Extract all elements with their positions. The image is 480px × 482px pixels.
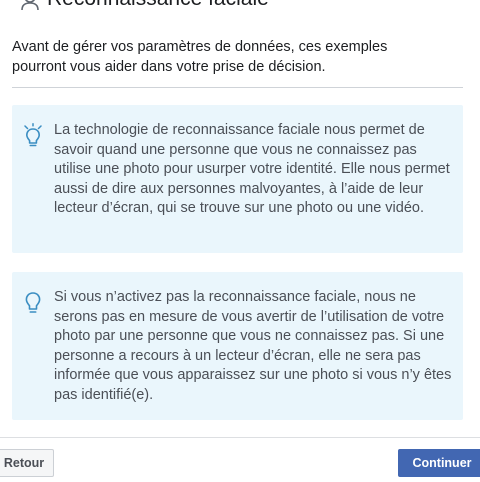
- intro-text: Avant de gérer vos paramètres de données…: [12, 39, 388, 75]
- footer-divider: [0, 437, 480, 438]
- facial-recognition-dialog: Reconnaissance faciale Avant de gérer vo…: [0, 0, 480, 482]
- lightbulb-glowing-icon: [22, 123, 44, 149]
- info-card: Si vous n’activez pas la reconnaissance …: [12, 272, 463, 420]
- lightbulb-icon: [22, 290, 44, 316]
- divider: [12, 87, 463, 88]
- back-button[interactable]: Retour: [0, 449, 54, 477]
- card-text: La technologie de reconnaissance faciale…: [54, 122, 450, 216]
- info-card: La technologie de reconnaissance faciale…: [12, 105, 463, 253]
- face-recognition-icon: [19, 0, 41, 12]
- dialog-title: Reconnaissance faciale: [47, 0, 269, 11]
- card-text: Si vous n’activez pas la reconnaissance …: [54, 289, 452, 403]
- continue-button[interactable]: Continuer: [398, 449, 480, 477]
